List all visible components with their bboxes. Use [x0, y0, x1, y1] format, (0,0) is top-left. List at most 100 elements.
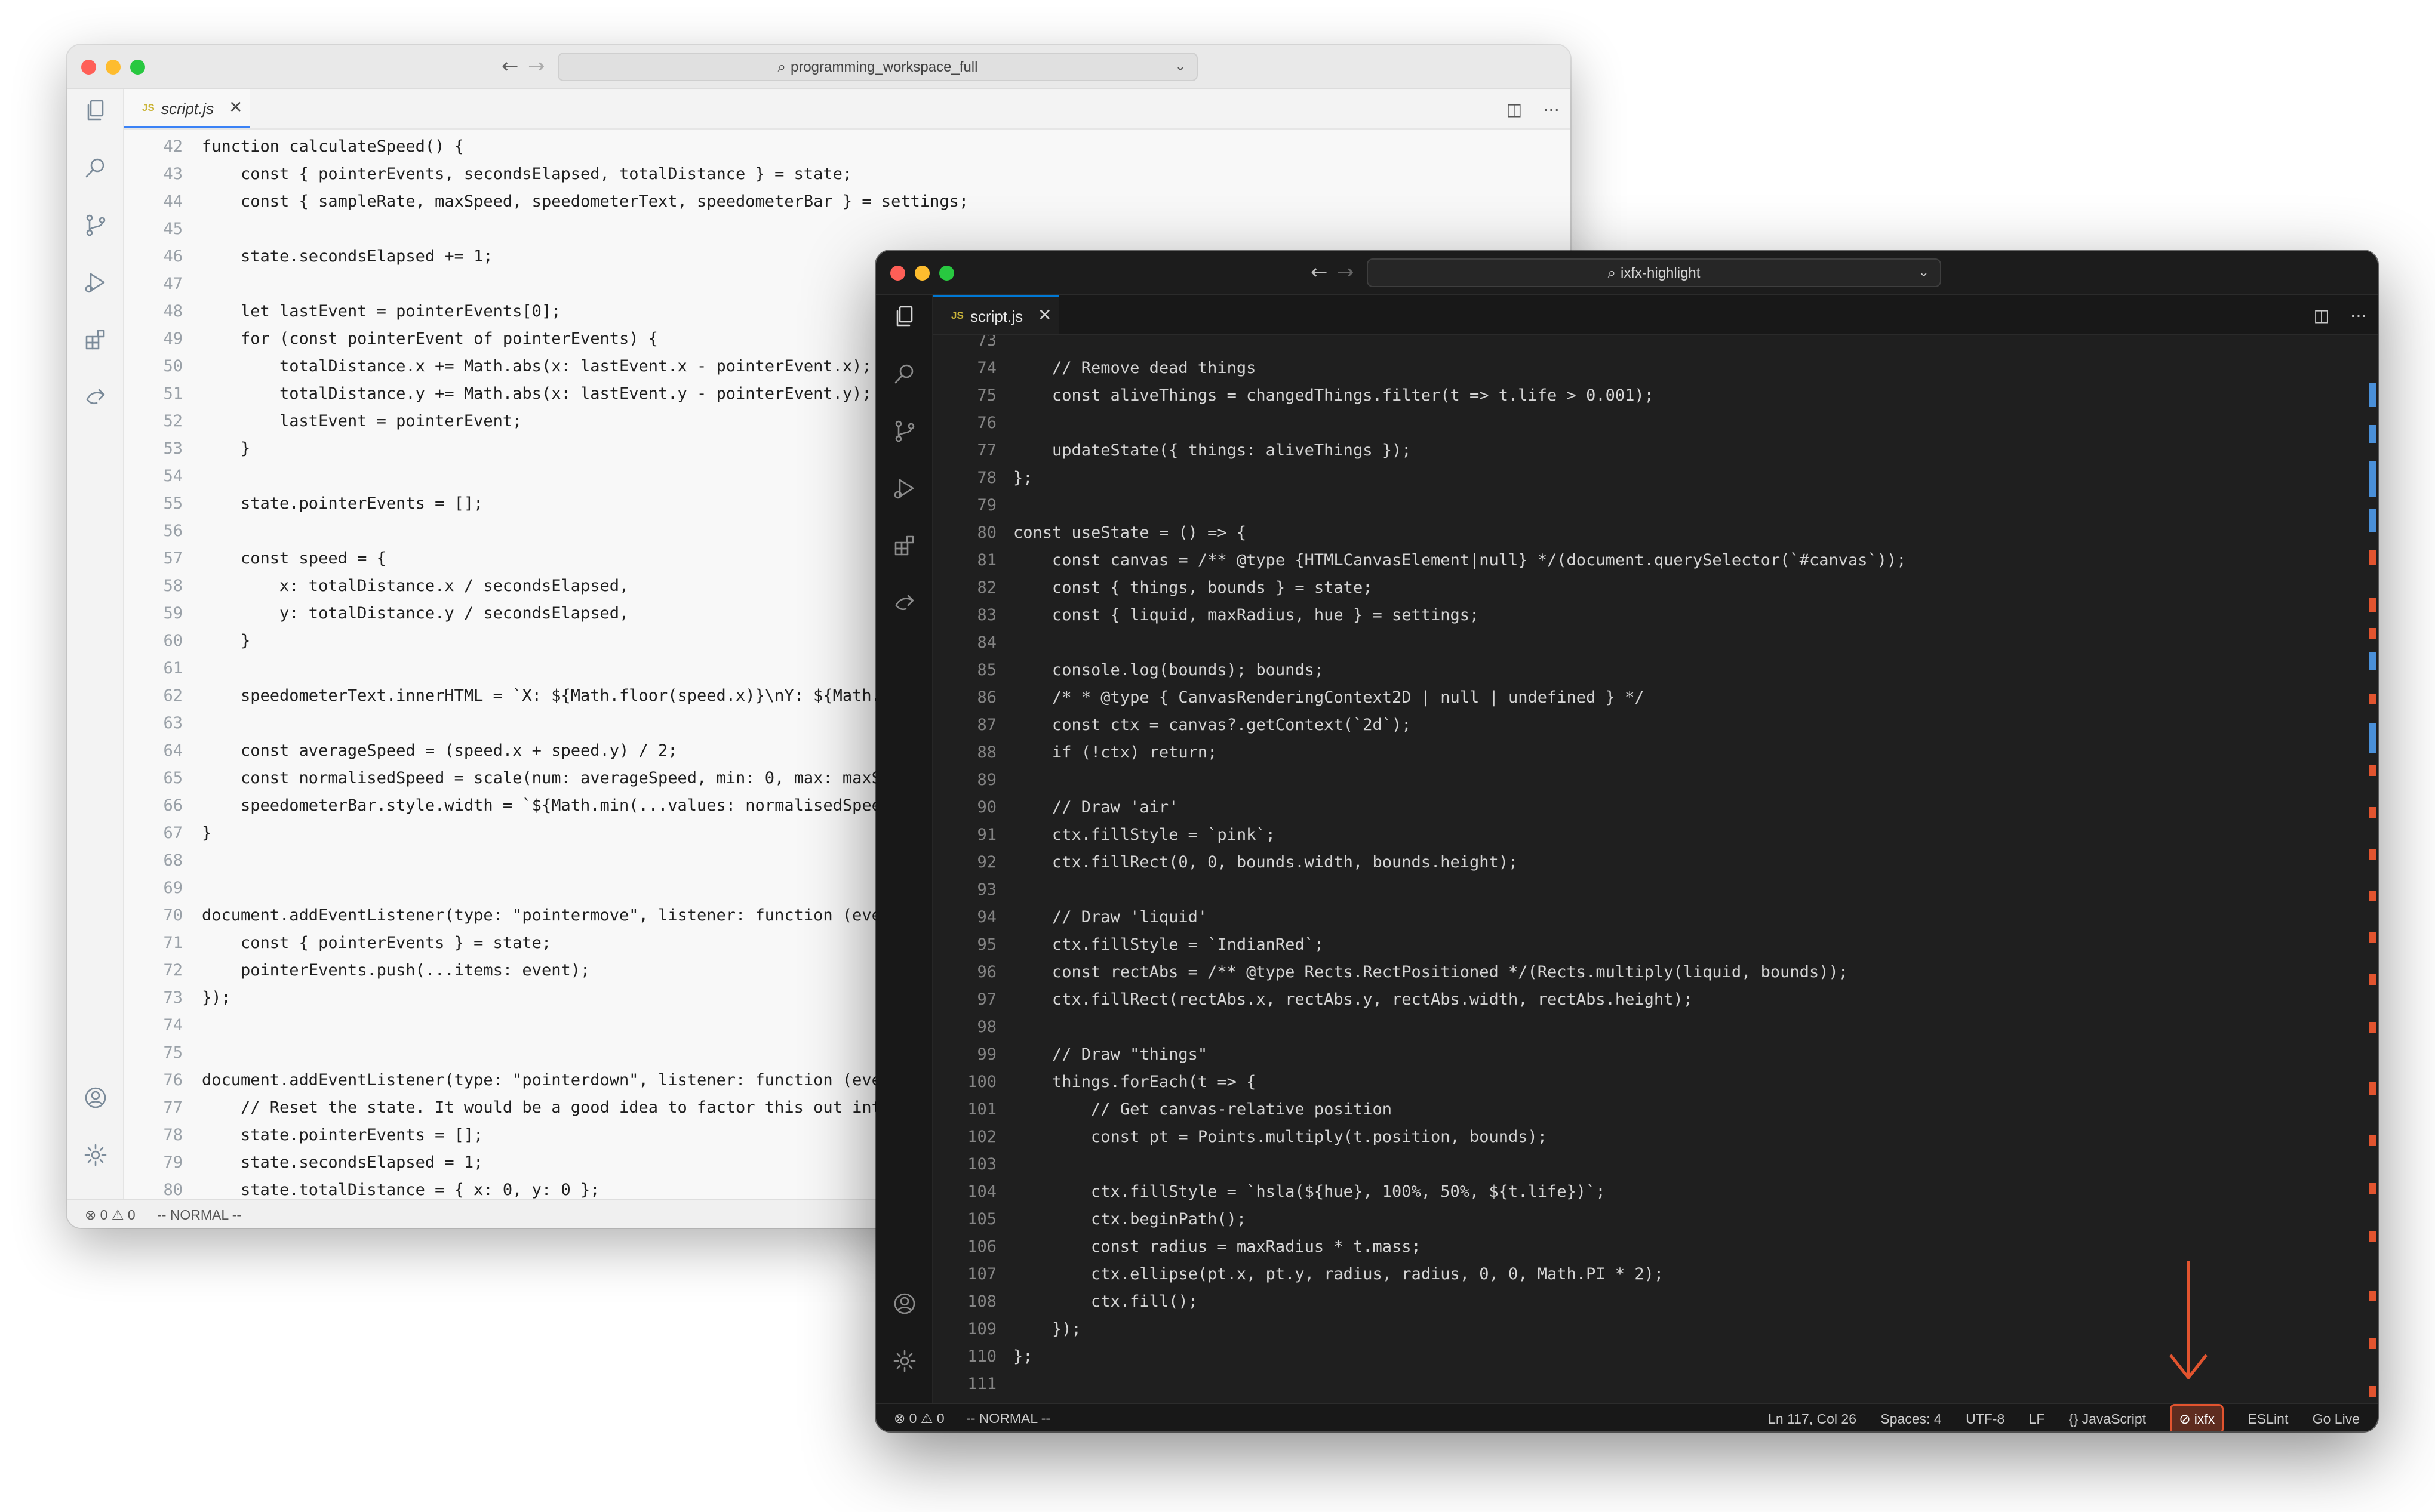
code-text[interactable]: ctx.fillRect(rectAbs.x, rectAbs.y, rectA…: [1013, 986, 1693, 1014]
code-text[interactable]: if (!ctx) return;: [1013, 739, 1217, 766]
cursor-position[interactable]: Ln 117, Col 26: [1768, 1411, 1856, 1427]
code-text[interactable]: ctx.fillStyle = `hsla(${hue}, 100%, 50%,…: [1013, 1178, 1606, 1206]
code-text[interactable]: }: [202, 627, 250, 655]
code-line[interactable]: 101 // Get canvas-relative position: [933, 1096, 2378, 1123]
code-text[interactable]: ctx.fillStyle = `pink`;: [1013, 821, 1275, 849]
search-icon[interactable]: [84, 156, 107, 180]
code-text[interactable]: };: [1013, 464, 1033, 492]
settings-gear-icon[interactable]: [893, 1349, 917, 1373]
code-line[interactable]: 106 const radius = maxRadius * t.mass;: [933, 1233, 2378, 1261]
code-text[interactable]: ctx.fill();: [1013, 1288, 1198, 1316]
code-line[interactable]: 108 ctx.fill();: [933, 1288, 2378, 1316]
more-actions-icon[interactable]: ⋯: [2350, 306, 2367, 325]
code-line[interactable]: 81 const canvas = /** @type {HTMLCanvasE…: [933, 547, 2378, 574]
code-line[interactable]: 103: [933, 1151, 2378, 1178]
code-text[interactable]: // Draw 'air': [1013, 794, 1178, 821]
code-line[interactable]: 85 console.log(bounds); bounds;: [933, 657, 2378, 684]
code-line[interactable]: 75 const aliveThings = changedThings.fil…: [933, 382, 2378, 409]
code-text[interactable]: });: [1013, 1316, 1081, 1343]
remote-icon[interactable]: [893, 591, 917, 615]
code-text[interactable]: const pt = Points.multiply(t.position, b…: [1013, 1123, 1547, 1151]
code-line[interactable]: 82 const { things, bounds } = state;: [933, 574, 2378, 602]
explorer-icon[interactable]: [893, 304, 917, 328]
code-text[interactable]: const { things, bounds } = state;: [1013, 574, 1372, 602]
code-text[interactable]: function calculateSpeed() {: [202, 133, 464, 161]
code-text[interactable]: }: [202, 435, 250, 463]
code-text[interactable]: // Get canvas-relative position: [1013, 1096, 1392, 1123]
code-line[interactable]: 88 if (!ctx) return;: [933, 739, 2378, 766]
code-text[interactable]: for (const pointerEvent of pointerEvents…: [202, 325, 658, 353]
code-text[interactable]: ctx.fillRect(0, 0, bounds.width, bounds.…: [1013, 849, 1518, 876]
code-line[interactable]: 100 things.forEach(t => {: [933, 1068, 2378, 1096]
code-text[interactable]: state.pointerEvents = [];: [202, 1122, 483, 1149]
minimize-window-button[interactable]: [915, 266, 930, 281]
line-ending[interactable]: LF: [2029, 1411, 2045, 1427]
ixfx-highlight-toggle[interactable]: ⊘ ixfx: [2170, 1404, 2224, 1431]
code-line[interactable]: 44 const { sampleRate, maxSpeed, speedom…: [124, 188, 1570, 215]
code-line[interactable]: 111: [933, 1371, 2378, 1398]
code-text[interactable]: // Draw 'liquid': [1013, 904, 1207, 931]
close-icon[interactable]: ✕: [229, 97, 242, 117]
account-icon[interactable]: [84, 1086, 107, 1110]
chevron-down-icon[interactable]: ⌄: [1175, 54, 1186, 80]
code-text[interactable]: state.totalDistance = { x: 0, y: 0 };: [202, 1177, 599, 1199]
code-line[interactable]: 78};: [933, 464, 2378, 492]
overview-ruler[interactable]: [2366, 335, 2378, 1403]
go-live-button[interactable]: Go Live: [2313, 1411, 2360, 1427]
code-text[interactable]: const { pointerEvents, secondsElapsed, t…: [202, 161, 852, 188]
close-window-button[interactable]: [890, 266, 905, 281]
code-text[interactable]: console.log(bounds); bounds;: [1013, 657, 1324, 684]
code-line[interactable]: 87 const ctx = canvas?.getContext(`2d`);: [933, 712, 2378, 739]
code-line[interactable]: 102 const pt = Points.multiply(t.positio…: [933, 1123, 2378, 1151]
source-control-icon[interactable]: [893, 419, 917, 443]
code-text[interactable]: });: [202, 984, 231, 1012]
code-line[interactable]: 92 ctx.fillRect(0, 0, bounds.width, boun…: [933, 849, 2378, 876]
code-editor[interactable]: 73 74 // Remove dead things 75 const alive…: [933, 335, 2378, 1403]
code-text[interactable]: const speed = {: [202, 545, 386, 572]
code-text[interactable]: totalDistance.x += Math.abs(x: lastEvent…: [202, 353, 872, 380]
code-line[interactable]: 84: [933, 629, 2378, 657]
encoding[interactable]: UTF-8: [1966, 1411, 2004, 1427]
code-text[interactable]: speedometerBar.style.width = `${Math.min…: [202, 792, 930, 820]
chevron-down-icon[interactable]: ⌄: [1919, 260, 1929, 286]
code-text[interactable]: x: totalDistance.x / secondsElapsed,: [202, 572, 629, 600]
code-text[interactable]: }: [202, 820, 211, 847]
code-text[interactable]: pointerEvents.push(...items: event);: [202, 957, 590, 984]
zoom-window-button[interactable]: [130, 60, 145, 75]
code-line[interactable]: 98: [933, 1014, 2378, 1041]
code-text[interactable]: // Remove dead things: [1013, 355, 1256, 382]
code-line[interactable]: 74 // Remove dead things: [933, 355, 2378, 382]
code-text[interactable]: const ctx = canvas?.getContext(`2d`);: [1013, 712, 1411, 739]
code-line[interactable]: 109 });: [933, 1316, 2378, 1343]
code-line[interactable]: 45: [124, 215, 1570, 243]
split-editor-icon[interactable]: ◫: [1506, 100, 1522, 119]
code-line[interactable]: 91 ctx.fillStyle = `pink`;: [933, 821, 2378, 849]
account-icon[interactable]: [893, 1292, 917, 1316]
code-line[interactable]: 107 ctx.ellipse(pt.x, pt.y, radius, radi…: [933, 1261, 2378, 1288]
code-line[interactable]: 42 function calculateSpeed() {: [124, 133, 1570, 161]
code-text[interactable]: state.pointerEvents = [];: [202, 490, 483, 518]
extensions-icon[interactable]: [84, 328, 107, 352]
more-actions-icon[interactable]: ⋯: [1543, 100, 1560, 119]
code-line[interactable]: 76: [933, 409, 2378, 437]
code-line[interactable]: 77 updateState({ things: aliveThings });: [933, 437, 2378, 464]
forward-arrow-icon[interactable]: →: [528, 54, 545, 78]
code-text[interactable]: state.secondsElapsed = 1;: [202, 1149, 483, 1177]
code-line[interactable]: 89: [933, 766, 2378, 794]
code-text[interactable]: const canvas = /** @type {HTMLCanvasElem…: [1013, 547, 1906, 574]
code-text[interactable]: updateState({ things: aliveThings });: [1013, 437, 1411, 464]
code-text[interactable]: ctx.fillStyle = `IndianRed`;: [1013, 931, 1324, 959]
forward-arrow-icon[interactable]: →: [1337, 260, 1354, 284]
source-control-icon[interactable]: [84, 213, 107, 237]
code-text[interactable]: const { pointerEvents } = state;: [202, 929, 551, 957]
run-debug-icon[interactable]: [84, 270, 107, 294]
code-text[interactable]: // Reset the state. It would be a good i…: [202, 1094, 891, 1122]
code-line[interactable]: 93: [933, 876, 2378, 904]
code-text[interactable]: const radius = maxRadius * t.mass;: [1013, 1233, 1421, 1261]
code-line[interactable]: 80 const useState = () => {: [933, 519, 2378, 547]
minimize-window-button[interactable]: [106, 60, 121, 75]
search-icon[interactable]: [893, 362, 917, 386]
code-text[interactable]: /* * @type { CanvasRenderingContext2D | …: [1013, 684, 1644, 712]
code-line[interactable]: 73: [933, 335, 2378, 355]
command-center-search[interactable]: ⌕ ixfx-highlight ⌄: [1367, 258, 1941, 287]
